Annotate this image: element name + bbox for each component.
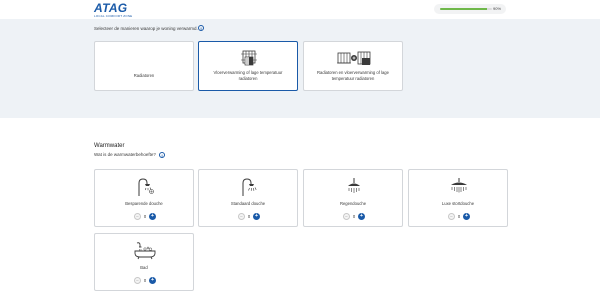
quantity-stepper: − 0 + [304,213,402,220]
heating-option-radiatoren[interactable]: Radiatoren [94,41,194,91]
quantity-value: 0 [143,278,147,283]
quantity-stepper: − 0 + [199,213,297,220]
info-icon[interactable]: i [159,152,165,158]
quantity-value: 0 [457,214,461,219]
increment-button[interactable]: + [253,213,260,220]
quantity-stepper: − 0 + [409,213,507,220]
logo-word: ATAG [94,1,128,15]
standard-shower-icon [240,177,260,197]
increment-button[interactable]: + [358,213,365,220]
warmwater-option-label: Bad [140,265,148,270]
floor-heating-icon [239,50,259,68]
progress-track [440,8,492,10]
eco-shower-icon [136,177,156,197]
quantity-stepper: − 0 + [95,277,193,284]
page: ATAG LOCAL COMFORT ZONE 90% Selecteer de… [0,0,600,292]
quantity-value: 0 [143,214,147,219]
decrement-button[interactable]: − [134,277,141,284]
luxury-shower-icon [449,177,469,197]
radiator-icon [136,50,152,64]
decrement-button[interactable]: − [343,213,350,220]
decrement-button[interactable]: − [134,213,141,220]
header: ATAG LOCAL COMFORT ZONE 90% [0,0,600,19]
heating-option-combined[interactable]: Radiatoren en vloerverwarming of lage te… [303,41,403,91]
heating-option-label: Radiatoren en vloerverwarming of lage te… [317,70,389,81]
warmwater-prompt: Wat is de warmwaterbehoefte? [94,152,156,157]
warmwater-option-luxe-stortdouche: Luxe stortdouche − 0 + [408,169,508,227]
rain-shower-icon [346,177,362,197]
logo-tagline: LOCAL COMFORT ZONE [94,14,133,18]
increment-button[interactable]: + [463,213,470,220]
warmwater-option-label: Regendouche [339,201,367,206]
increment-button[interactable]: + [149,277,156,284]
increment-button[interactable]: + [149,213,156,220]
warmwater-option-label: Besparende douche [125,201,163,206]
progress-fill [440,8,487,10]
heating-option-label: Radiatoren [133,73,155,78]
radiator-plus-floor-heating-icon [336,50,372,68]
warmwater-option-label: Luxe stortdouche [441,201,475,206]
quantity-stepper: − 0 + [95,213,193,220]
progress-label: 90% [493,6,502,11]
warmwater-option-label: Standaard douche [230,201,266,206]
warmwater-option-standaard-douche: Standaard douche − 0 + [198,169,298,227]
warmwater-title: Warmwater [94,143,125,149]
progress-indicator: 90% [434,4,506,14]
warmwater-option-bad: Bad − 0 + [94,233,194,291]
bath-icon [134,242,156,260]
heating-prompt: Selecteer de manieren waarop je woning v… [94,26,198,31]
heating-option-vloerverwarming[interactable]: Vloerverwarming of lage temperatuur radi… [198,41,298,91]
heating-section: Selecteer de manieren waarop je woning v… [0,19,600,118]
warmwater-option-regendouche: Regendouche − 0 + [303,169,403,227]
quantity-value: 0 [352,214,356,219]
warmwater-option-besparende-douche: Besparende douche − 0 + [94,169,194,227]
atag-logo[interactable]: ATAG LOCAL COMFORT ZONE [94,1,142,18]
quantity-value: 0 [247,214,251,219]
info-icon[interactable]: i [198,25,204,31]
heating-option-label: Vloerverwarming of lage temperatuur radi… [213,70,283,81]
decrement-button[interactable]: − [448,213,455,220]
decrement-button[interactable]: − [238,213,245,220]
